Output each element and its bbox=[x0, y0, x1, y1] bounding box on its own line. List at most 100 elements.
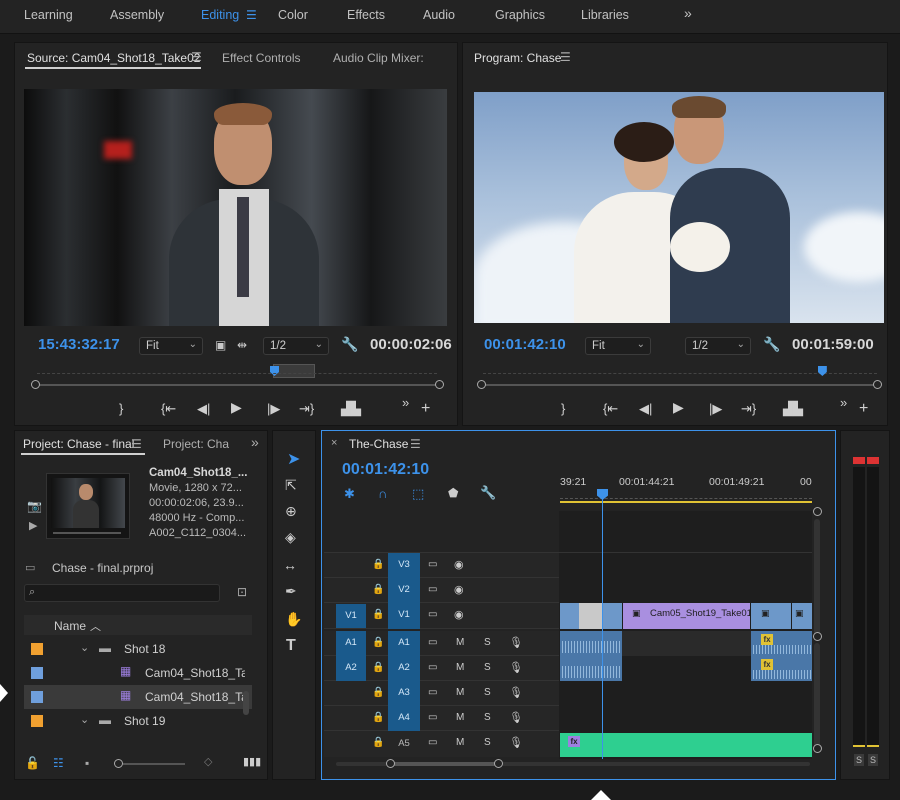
microphone-icon[interactable]: 🎙 bbox=[509, 686, 523, 699]
go-to-out-icon[interactable]: ⇥} bbox=[299, 401, 314, 417]
source-scrub-start-handle[interactable] bbox=[31, 380, 40, 389]
track-target-v2[interactable]: V2 bbox=[388, 578, 420, 603]
sort-up-icon[interactable]: ︿ bbox=[90, 618, 101, 634]
solo-button[interactable]: S bbox=[484, 712, 491, 723]
program-zoom-select[interactable]: Fit ⌄ bbox=[585, 337, 651, 355]
lock-icon[interactable]: 🔒 bbox=[372, 687, 384, 698]
close-icon[interactable]: × bbox=[331, 437, 337, 449]
source-more-icon[interactable]: » bbox=[402, 395, 409, 410]
timeline-vscroll-track[interactable] bbox=[814, 519, 820, 639]
solo-button[interactable]: S bbox=[484, 687, 491, 698]
list-item[interactable]: ▦ Cam04_Shot18_Tak bbox=[24, 661, 252, 685]
tab-source[interactable]: Source: Cam04_Shot18_Take02 bbox=[27, 51, 200, 65]
video-clip-transition[interactable] bbox=[579, 603, 602, 629]
timeline-zoom-thumb[interactable] bbox=[390, 762, 502, 766]
solo-left-button[interactable]: S bbox=[854, 754, 864, 766]
workspace-libraries[interactable]: Libraries bbox=[581, 8, 629, 22]
list-view-icon[interactable]: ☷ bbox=[53, 756, 64, 770]
source-timecode[interactable]: 15:43:32:17 bbox=[38, 336, 120, 353]
source-scrub-bar[interactable] bbox=[37, 384, 437, 386]
tab-sequence[interactable]: The-Chase bbox=[349, 437, 408, 451]
label-color-swatch[interactable] bbox=[31, 715, 43, 727]
ripple-edit-tool-icon[interactable]: ⊕ bbox=[285, 503, 297, 520]
microphone-icon[interactable]: 🎙 bbox=[509, 711, 523, 724]
list-item[interactable]: ⌄ ▬ Shot 19 bbox=[24, 709, 252, 733]
track-name-a5[interactable]: A5 bbox=[394, 738, 414, 749]
linked-selection-icon[interactable]: ⬚ bbox=[412, 486, 424, 502]
hand-tool-icon[interactable]: ✋ bbox=[285, 611, 302, 628]
timeline-vscroll-bottom[interactable] bbox=[813, 632, 822, 641]
mute-button[interactable]: M bbox=[456, 712, 464, 723]
solo-right-button[interactable]: S bbox=[868, 754, 878, 766]
video-clip[interactable]: ▣ bbox=[751, 603, 791, 629]
video-clip[interactable] bbox=[602, 603, 622, 629]
eye-icon[interactable]: ◉ bbox=[454, 608, 464, 621]
column-name-header[interactable]: Name bbox=[54, 619, 86, 633]
sync-icon[interactable]: ▭ bbox=[428, 637, 437, 648]
eye-icon[interactable]: ◉ bbox=[454, 558, 464, 571]
timeline-zoom-end-handle[interactable] bbox=[494, 759, 503, 768]
lift-icon[interactable]: ▟▙ bbox=[783, 401, 803, 417]
add-marker-icon[interactable]: ⬟ bbox=[448, 486, 458, 500]
mute-button[interactable]: M bbox=[456, 687, 464, 698]
source-zoom-select[interactable]: Fit ⌄ bbox=[139, 337, 203, 355]
camera-icon[interactable]: 📷 bbox=[27, 499, 42, 513]
sync-icon[interactable]: ▭ bbox=[428, 662, 437, 673]
workspace-graphics[interactable]: Graphics bbox=[495, 8, 545, 22]
lock-icon[interactable]: 🔒 bbox=[372, 662, 384, 673]
zoom-slider-handle[interactable] bbox=[114, 759, 123, 768]
list-item[interactable]: ⌄ ▬ Shot 18 bbox=[24, 637, 252, 661]
track-target-v1[interactable]: V1 bbox=[388, 603, 420, 629]
track-target-a2[interactable]: A2 bbox=[388, 656, 420, 681]
wrench-icon[interactable]: 🔧 bbox=[763, 336, 780, 353]
clip-indicator[interactable] bbox=[867, 457, 879, 464]
sort-icon[interactable]: ◇ bbox=[204, 755, 212, 768]
track-target-a1[interactable]: A1 bbox=[388, 631, 420, 656]
tab-audio-clip-mixer[interactable]: Audio Clip Mixer: bbox=[333, 51, 424, 65]
label-color-swatch[interactable] bbox=[31, 643, 43, 655]
list-item-selected[interactable]: ▦ Cam04_Shot18_Tak bbox=[24, 685, 252, 709]
workspace-assembly[interactable]: Assembly bbox=[110, 8, 164, 22]
program-more-icon[interactable]: » bbox=[840, 395, 847, 410]
solo-button[interactable]: S bbox=[484, 737, 491, 748]
timeline-audio-vscroll-track[interactable] bbox=[814, 643, 820, 748]
lock-icon[interactable]: 🔓 bbox=[25, 756, 40, 770]
step-forward-icon[interactable]: |▶ bbox=[267, 401, 280, 417]
wrench-icon[interactable]: 🔧 bbox=[341, 336, 358, 353]
audio-clip[interactable] bbox=[560, 631, 622, 656]
step-back-icon[interactable]: ◀| bbox=[639, 401, 652, 417]
timeline-audio-vscroll-bottom[interactable] bbox=[813, 744, 822, 753]
automate-icon[interactable]: ▮▮▮ bbox=[243, 755, 261, 768]
slip-tool-icon[interactable]: ↔ bbox=[283, 557, 297, 573]
workspace-audio[interactable]: Audio bbox=[423, 8, 455, 22]
play-thumbnail-icon[interactable]: ▶ bbox=[29, 519, 37, 532]
source-patch-a2[interactable]: A2 bbox=[336, 656, 366, 681]
nest-icon[interactable]: ✱ bbox=[344, 486, 355, 502]
chevron-down-icon[interactable]: ⌄ bbox=[80, 641, 89, 654]
program-timecode[interactable]: 00:01:42:10 bbox=[484, 336, 566, 353]
workspace-menu-icon[interactable]: ☰ bbox=[246, 8, 257, 22]
project-more-icon[interactable]: » bbox=[251, 434, 259, 450]
lock-icon[interactable]: 🔒 bbox=[372, 637, 384, 648]
audio-clip[interactable] bbox=[560, 656, 622, 681]
settings-icon[interactable]: ▣ bbox=[215, 338, 226, 352]
source-resolution-select[interactable]: 1/2 ⌄ bbox=[263, 337, 329, 355]
lock-icon[interactable]: 🔒 bbox=[372, 584, 384, 595]
program-scrub-end-handle[interactable] bbox=[873, 380, 882, 389]
program-scrub-bar[interactable] bbox=[483, 384, 877, 386]
sync-icon[interactable]: ▭ bbox=[428, 712, 437, 723]
tab-effect-controls[interactable]: Effect Controls bbox=[222, 51, 300, 65]
chevron-down-icon[interactable]: ⌄ bbox=[80, 713, 89, 726]
lock-icon[interactable]: 🔒 bbox=[372, 737, 384, 748]
track-select-tool-icon[interactable]: ⇱ bbox=[285, 477, 297, 494]
project-search-input[interactable]: ⌕ bbox=[24, 584, 220, 602]
timeline-settings-icon[interactable]: 🔧 bbox=[480, 485, 496, 501]
step-back-icon[interactable]: ◀| bbox=[197, 401, 210, 417]
tab-program[interactable]: Program: Chase bbox=[474, 51, 561, 65]
list-scrollbar[interactable] bbox=[243, 691, 249, 715]
track-target-v3[interactable]: V3 bbox=[388, 553, 420, 578]
clip-indicator[interactable] bbox=[853, 457, 865, 464]
source-scrub-end-handle[interactable] bbox=[435, 380, 444, 389]
sync-icon[interactable]: ▭ bbox=[428, 584, 437, 595]
pen-tool-icon[interactable]: ✒ bbox=[285, 583, 297, 600]
